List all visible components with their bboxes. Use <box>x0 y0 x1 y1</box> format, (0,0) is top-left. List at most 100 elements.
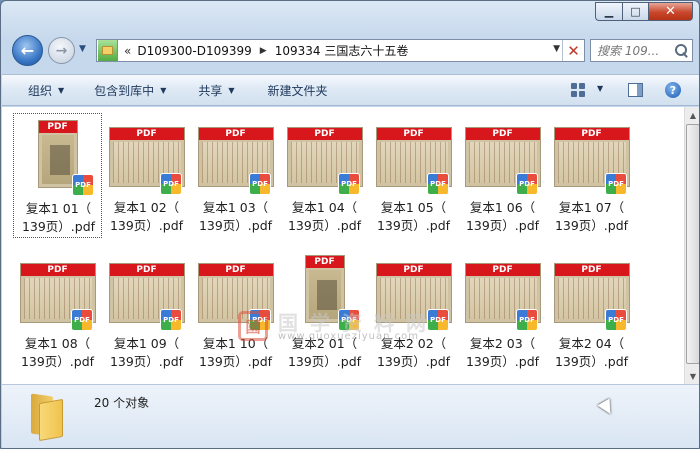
file-name-line2: 139页）.pdf <box>554 218 629 233</box>
file-item[interactable]: PDF PDF 复本1 06（ 139页）.pdf <box>458 113 547 238</box>
maximize-button[interactable]: □ <box>622 2 648 21</box>
chevron-down-icon: ▼ <box>58 85 65 95</box>
file-item[interactable]: PDF PDF 复本1 02（ 139页）.pdf <box>102 113 191 238</box>
include-library-menu[interactable]: 包含到库中 ▼ <box>94 82 166 99</box>
pdf-band-label: PDF <box>109 264 184 276</box>
file-name-line1: 复本2 04（ <box>558 336 625 351</box>
file-name: 复本1 06（ 139页）.pdf <box>458 199 547 235</box>
chevron-down-icon: ▼ <box>228 85 235 95</box>
file-name: 复本2 01（ 139页）.pdf <box>280 335 369 371</box>
scanned-page-preview <box>308 270 341 319</box>
file-name-line1: 复本1 03（ <box>202 200 269 215</box>
file-name-line2: 139页）.pdf <box>109 354 184 369</box>
file-item[interactable]: PDF PDF 复本1 04（ 139页）.pdf <box>280 113 369 238</box>
forward-button[interactable]: → <box>48 37 75 64</box>
include-library-label: 包含到库中 <box>94 83 155 98</box>
file-item[interactable]: PDF PDF 复本2 01（ 139页）.pdf <box>280 249 369 374</box>
file-item[interactable]: PDF PDF 复本1 07（ 139页）.pdf <box>547 113 636 238</box>
pdf-icon: PDF <box>71 309 93 331</box>
file-name-line2: 139页）.pdf <box>376 354 451 369</box>
minimize-button[interactable]: ▁ <box>595 2 622 21</box>
new-folder-button[interactable]: 新建文件夹 <box>268 82 328 99</box>
pdf-band-label: PDF <box>109 128 184 140</box>
file-item[interactable]: PDF PDF 复本1 09（ 139页）.pdf <box>102 249 191 374</box>
file-name: 复本1 05（ 139页）.pdf <box>369 199 458 235</box>
explorer-window: ▁ □ ✕ ← → ▼ « D109300-D109399 ▶ 109334 三… <box>0 0 700 449</box>
file-name-line1: 复本1 09（ <box>113 336 180 351</box>
details-pane: 20 个对象 <box>2 384 699 448</box>
file-item[interactable]: PDF PDF 复本1 03（ 139页）.pdf <box>191 113 280 238</box>
breadcrumb-item-range[interactable]: D109300-D109399 <box>137 44 251 58</box>
file-name-line1: 复本1 02（ <box>113 200 180 215</box>
file-item[interactable]: PDF PDF 复本1 05（ 139页）.pdf <box>369 113 458 238</box>
share-label: 共享 <box>198 83 223 98</box>
pdf-band-label: PDF <box>465 264 540 276</box>
file-list-area[interactable]: PDF PDF 复本1 01（ 139页）.pdf PDF PDF 复本1 02（ 139页）… <box>2 107 684 384</box>
change-view-icon[interactable] <box>571 83 585 97</box>
pdf-icon: PDF <box>338 173 360 195</box>
file-name: 复本2 03（ 139页）.pdf <box>458 335 547 371</box>
forward-arrow-icon: → <box>55 42 68 59</box>
file-name-line2: 139页）.pdf <box>465 218 540 233</box>
file-name-line1: 复本2 01（ <box>291 336 358 351</box>
navigation-bar: ← → ▼ « D109300-D109399 ▶ 109334 三国志六十五卷… <box>1 31 699 67</box>
address-dropdown-icon[interactable]: ▼ <box>553 44 560 54</box>
file-item[interactable]: PDF PDF 复本1 01（ 139页）.pdf <box>13 113 102 238</box>
file-name: 复本1 09（ 139页）.pdf <box>102 335 191 371</box>
pdf-band-label: PDF <box>465 128 540 140</box>
pdf-band-label: PDF <box>20 264 95 276</box>
back-arrow-icon: ← <box>20 41 35 60</box>
file-name: 复本1 03（ 139页）.pdf <box>191 199 280 235</box>
pdf-band-label: PDF <box>198 264 273 276</box>
scrollbar-thumb[interactable] <box>686 124 699 364</box>
help-icon[interactable]: ? <box>665 82 681 98</box>
pdf-icon: PDF <box>605 173 627 195</box>
command-bar: 组织 ▼ 包含到库中 ▼ 共享 ▼ 新建文件夹 ▼ ? <box>2 74 699 106</box>
file-name-line2: 139页）.pdf <box>287 218 362 233</box>
file-item[interactable]: PDF PDF 复本1 10（ 139页）.pdf <box>191 249 280 374</box>
search-input[interactable] <box>591 43 673 58</box>
file-name-line2: 139页）.pdf <box>109 218 184 233</box>
chevron-down-icon: ▼ <box>160 85 167 95</box>
pdf-icon: PDF <box>160 173 182 195</box>
view-options-dropdown[interactable]: ▼ <box>597 84 603 93</box>
folder-icon <box>98 40 118 61</box>
search-icon[interactable] <box>675 44 688 57</box>
organize-menu[interactable]: 组织 ▼ <box>28 82 64 99</box>
file-item[interactable]: PDF PDF 复本2 04（ 139页）.pdf <box>547 249 636 374</box>
pdf-band-label: PDF <box>376 128 451 140</box>
file-name-line1: 复本1 06（ <box>469 200 536 215</box>
file-name: 复本1 07（ 139页）.pdf <box>547 199 636 235</box>
file-name-line1: 复本1 05（ <box>380 200 447 215</box>
pdf-band-label: PDF <box>305 256 344 268</box>
pdf-band-label: PDF <box>554 264 629 276</box>
close-button[interactable]: ✕ <box>648 2 693 21</box>
share-menu[interactable]: 共享 ▼ <box>198 82 234 99</box>
vertical-scrollbar[interactable]: ▲ ▼ <box>684 107 699 384</box>
pdf-icon: PDF <box>605 309 627 331</box>
recent-pages-dropdown[interactable]: ▼ <box>79 44 86 54</box>
file-item[interactable]: PDF PDF 复本2 02（ 139页）.pdf <box>369 249 458 374</box>
pdf-icon: PDF <box>427 173 449 195</box>
search-box[interactable] <box>590 39 693 62</box>
preview-pane-icon[interactable] <box>628 83 643 97</box>
pdf-band-label: PDF <box>198 128 273 140</box>
scroll-up-icon[interactable]: ▲ <box>685 107 699 123</box>
file-item[interactable]: PDF PDF 复本2 03（ 139页）.pdf <box>458 249 547 374</box>
pdf-icon: PDF <box>249 309 271 331</box>
back-button[interactable]: ← <box>12 35 43 66</box>
breadcrumb-overflow[interactable]: « <box>124 44 131 58</box>
breadcrumb-item-current[interactable]: 109334 三国志六十五卷 <box>275 42 409 59</box>
address-clear-button[interactable]: ✕ <box>562 40 584 61</box>
breadcrumb-separator-icon[interactable]: ▶ <box>260 46 267 56</box>
scroll-down-icon[interactable]: ▼ <box>685 368 699 384</box>
pdf-band-label: PDF <box>38 121 77 133</box>
file-name: 复本1 10（ 139页）.pdf <box>191 335 280 371</box>
file-name-line1: 复本1 01（ <box>25 201 92 216</box>
address-bar[interactable]: « D109300-D109399 ▶ 109334 三国志六十五卷 ▼ ✕ <box>96 39 585 62</box>
file-item[interactable]: PDF PDF 复本1 08（ 139页）.pdf <box>13 249 102 374</box>
file-name-line1: 复本2 02（ <box>380 336 447 351</box>
file-name-line1: 复本1 04（ <box>291 200 358 215</box>
pdf-band-label: PDF <box>554 128 629 140</box>
file-name-line2: 139页）.pdf <box>21 219 96 234</box>
